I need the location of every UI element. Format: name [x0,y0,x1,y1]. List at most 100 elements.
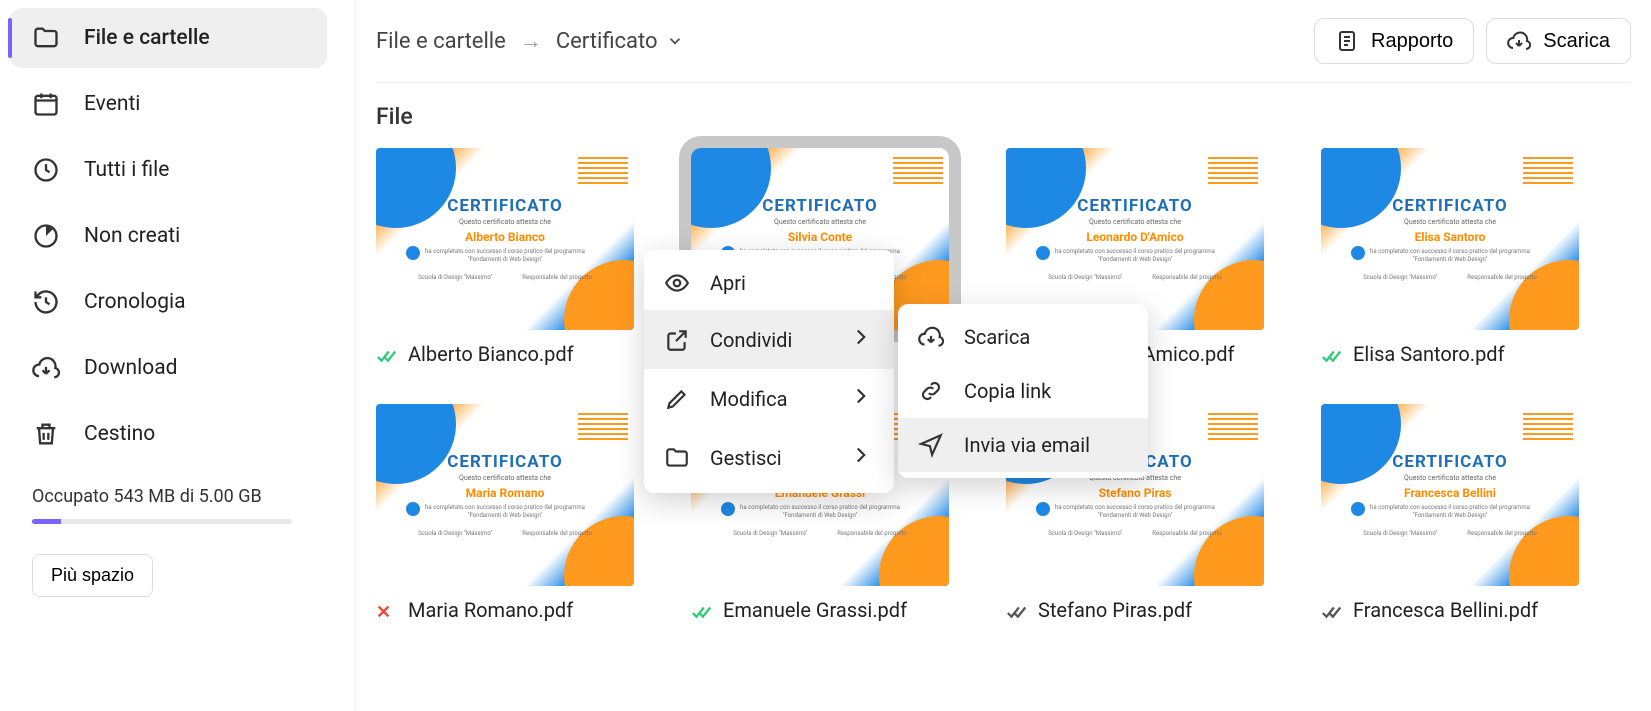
folder-icon [32,24,60,52]
error-icon: ✕ [376,602,398,618]
sidebar-item-label: Cronologia [84,290,186,314]
topbar: File e cartelle → Certificato Rapporto S… [376,10,1631,83]
submenu-download[interactable]: Scarica [898,310,1148,364]
sidebar-item-all-files[interactable]: Tutti i file [10,140,327,200]
submenu-copy-link[interactable]: Copia link [898,364,1148,418]
cert-person-name: Francesca Bellini [1404,486,1496,500]
breadcrumb-current[interactable]: Certificato [556,29,684,54]
share-submenu: Scarica Copia link Invia via email [898,304,1148,478]
cert-subtitle: Questo certificato attesta che [1404,218,1496,226]
sidebar: File e cartelle Eventi Tutti i file Non … [0,0,355,711]
download-button[interactable]: Scarica [1486,18,1631,64]
more-space-button[interactable]: Più spazio [32,554,153,597]
file-thumbnail[interactable]: CERTIFICATO Questo certificato attesta c… [376,404,634,586]
cert-person-name: Silvia Conte [788,230,852,244]
pencil-icon [664,386,690,412]
history-icon [32,288,60,316]
file-thumbnail[interactable]: CERTIFICATO Questo certificato attesta c… [1321,404,1579,586]
chevron-down-icon [666,32,684,50]
cert-title: CERTIFICATO [1077,196,1192,216]
file-name: Maria Romano.pdf [408,598,573,622]
file-card[interactable]: CERTIFICATO Questo certificato attesta c… [376,404,651,622]
download-cloud-icon [32,354,60,382]
sidebar-item-trash[interactable]: Cestino [10,404,327,464]
cert-subtitle: Questo certificato attesta che [459,474,551,482]
download-cloud-icon [1507,29,1531,53]
storage-info: Occupato 543 MB di 5.00 GB [10,470,327,528]
sidebar-item-label: File e cartelle [84,26,210,50]
calendar-icon [32,90,60,118]
sidebar-item-label: Eventi [84,92,140,116]
cert-person-name: Stefano Piras [1099,486,1172,500]
sidebar-item-events[interactable]: Eventi [10,74,327,134]
trash-icon [32,420,60,448]
file-card[interactable]: CERTIFICATO Questo certificato attesta c… [1321,404,1596,622]
download-cloud-icon [918,324,944,350]
sidebar-item-label: Non creati [84,224,180,248]
file-name: Elisa Santoro.pdf [1353,342,1505,366]
file-label: Francesca Bellini.pdf [1321,598,1596,622]
check-delivered-icon [1321,602,1343,618]
storage-bar-fill [32,519,61,524]
file-label: Stefano Piras.pdf [1006,598,1281,622]
file-name: Emanuele Grassi.pdf [723,598,907,622]
cert-person-name: Maria Romano [466,486,545,500]
cert-subtitle: Questo certificato attesta che [1404,474,1496,482]
sidebar-item-files[interactable]: File e cartelle [10,8,327,68]
pie-icon [32,222,60,250]
eye-icon [664,270,690,296]
cert-person-name: Elisa Santoro [1415,230,1486,244]
file-card[interactable]: CERTIFICATO Questo certificato attesta c… [1321,148,1596,366]
sidebar-item-label: Tutti i file [84,158,169,182]
sidebar-item-download[interactable]: Download [10,338,327,398]
cert-title: CERTIFICATO [447,196,562,216]
file-card[interactable]: CERTIFICATO Questo certificato attesta c… [376,148,651,366]
check-sent-icon [1321,346,1343,362]
check-delivered-icon [1006,602,1028,618]
top-actions: Rapporto Scarica [1314,18,1631,64]
menu-open[interactable]: Apri [644,256,894,310]
chevron-right-icon [848,383,874,414]
cert-body: ha completato con successo il corso prat… [1370,248,1530,264]
link-icon [918,378,944,404]
cert-body: ha completato con successo il corso prat… [740,504,900,520]
sidebar-item-label: Download [84,356,178,380]
report-button[interactable]: Rapporto [1314,18,1474,64]
cert-title: CERTIFICATO [447,452,562,472]
menu-manage[interactable]: Gestisci [644,428,894,487]
menu-share[interactable]: Condividi [644,310,894,369]
cert-subtitle: Questo certificato attesta che [1089,218,1181,226]
share-icon [664,327,690,353]
file-label: Elisa Santoro.pdf [1321,342,1596,366]
cert-title: CERTIFICATO [1392,452,1507,472]
folder-icon [664,445,690,471]
cert-body: ha completato con successo il corso prat… [1055,248,1215,264]
cert-title: CERTIFICATO [1392,196,1507,216]
breadcrumb-root[interactable]: File e cartelle [376,29,506,54]
sidebar-item-not-created[interactable]: Non creati [10,206,327,266]
file-thumbnail[interactable]: CERTIFICATO Questo certificato attesta c… [376,148,634,330]
breadcrumb: File e cartelle → Certificato [376,28,684,54]
main: File e cartelle → Certificato Rapporto S… [355,0,1651,711]
cert-title: CERTIFICATO [762,196,877,216]
check-sent-icon [376,346,398,362]
cert-body: ha completato con successo il corso prat… [425,248,585,264]
file-label: ✕ Maria Romano.pdf [376,598,651,622]
cert-body: ha completato con successo il corso prat… [1370,504,1530,520]
cert-subtitle: Questo certificato attesta che [459,218,551,226]
sidebar-item-history[interactable]: Cronologia [10,272,327,332]
menu-edit[interactable]: Modifica [644,369,894,428]
file-label: Alberto Bianco.pdf [376,342,651,366]
file-name: Alberto Bianco.pdf [408,342,574,366]
report-icon [1335,29,1359,53]
file-label: Emanuele Grassi.pdf [691,598,966,622]
chevron-right-icon [848,442,874,473]
cert-body: ha completato con successo il corso prat… [1055,504,1215,520]
submenu-send-email[interactable]: Invia via email [898,418,1148,472]
file-thumbnail[interactable]: CERTIFICATO Questo certificato attesta c… [1321,148,1579,330]
file-thumbnail[interactable]: CERTIFICATO Questo certificato attesta c… [1006,148,1264,330]
send-icon [918,432,944,458]
storage-text: Occupato 543 MB di 5.00 GB [32,486,305,507]
section-title: File [376,103,1631,130]
arrow-icon: → [520,28,542,54]
